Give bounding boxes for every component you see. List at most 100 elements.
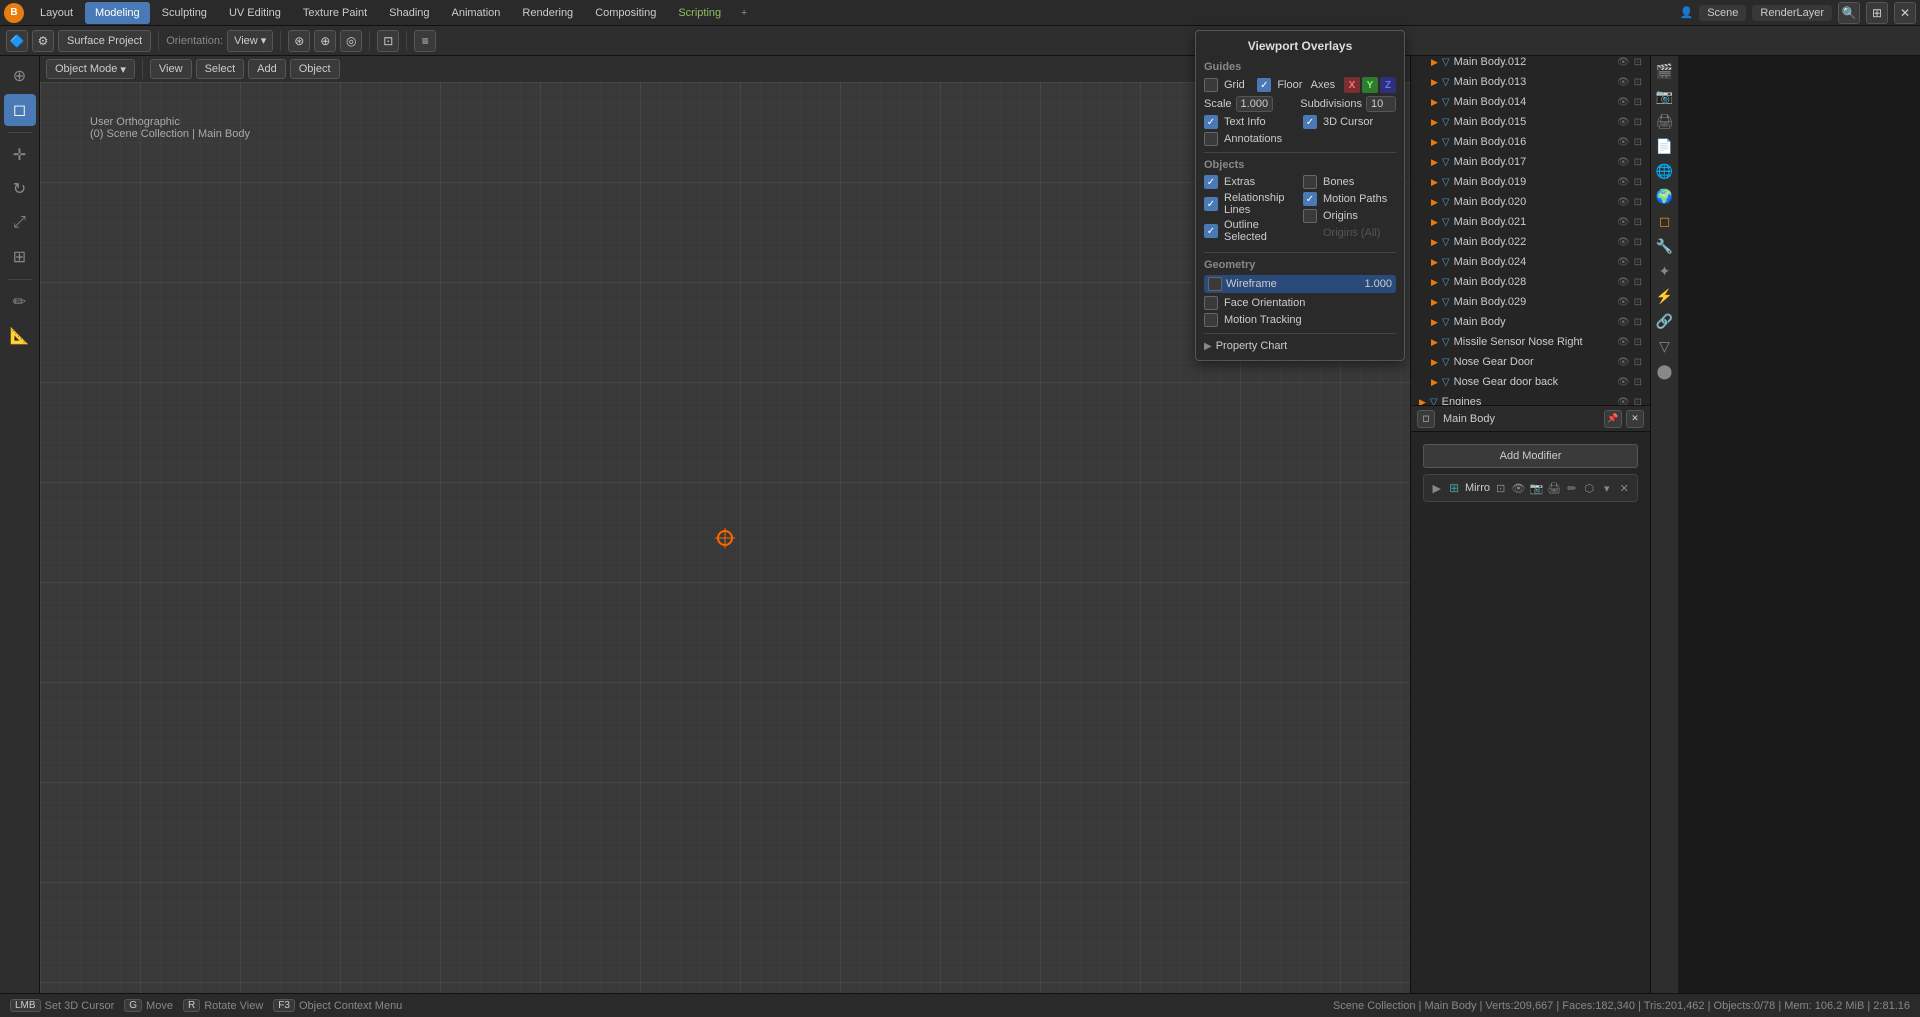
tab-modeling[interactable]: Modeling [85, 2, 150, 24]
text-info-checkbox[interactable] [1204, 115, 1218, 129]
tab-uv-editing[interactable]: UV Editing [219, 2, 291, 24]
motion-tracking-checkbox[interactable] [1204, 313, 1218, 327]
preferences-icon[interactable]: ⚙ [32, 30, 54, 52]
output-props-btn[interactable]: 🖨 [1654, 110, 1676, 132]
outliner-item-10[interactable]: ▶ ▽ Main Body.024 👁 ⊡ [1411, 252, 1650, 272]
axis-z-btn[interactable]: Z [1380, 77, 1396, 93]
close-window-button[interactable]: ✕ [1894, 2, 1916, 24]
annotate-tool-btn[interactable]: ✏ [4, 286, 36, 318]
outliner-item-4[interactable]: ▶ ▽ Main Body.016 👁 ⊡ [1411, 132, 1650, 152]
viewport-view-menu[interactable]: View [150, 59, 192, 79]
object-mode-selector[interactable]: Object Mode ▾ [46, 59, 135, 79]
scene-props-btn[interactable]: 🎬 [1654, 60, 1676, 82]
scene-selector[interactable]: Scene [1699, 5, 1746, 21]
mod-grid-icon[interactable]: ⊡ [1494, 479, 1507, 497]
tab-texture-paint[interactable]: Texture Paint [293, 2, 377, 24]
outliner-item-5[interactable]: ▶ ▽ Main Body.017 👁 ⊡ [1411, 152, 1650, 172]
render-props-btn[interactable]: 📷 [1654, 85, 1676, 107]
extras-button[interactable]: ≡ [414, 30, 436, 52]
bones-checkbox[interactable] [1303, 175, 1317, 189]
blender-logo[interactable]: B [4, 3, 24, 23]
outliner-item-2[interactable]: ▶ ▽ Main Body.014 👁 ⊡ [1411, 92, 1650, 112]
data-props-btn[interactable]: ▽ [1654, 335, 1676, 357]
measure-tool-btn[interactable]: 📐 [4, 320, 36, 352]
search-button[interactable]: 🔍 [1838, 2, 1860, 24]
mod-edit-icon[interactable]: ✏ [1565, 479, 1578, 497]
filter-button[interactable]: ⊞ [1866, 2, 1888, 24]
floor-checkbox[interactable] [1257, 78, 1271, 92]
outliner-item-13[interactable]: ▶ ▽ Main Body 👁 ⊡ [1411, 312, 1650, 332]
outliner-item-14[interactable]: ▶ ▽ Missile Sensor Nose Right 👁 ⊡ [1411, 332, 1650, 352]
viewport-select-menu[interactable]: Select [196, 59, 245, 79]
outliner-item-8[interactable]: ▶ ▽ Main Body.021 👁 ⊡ [1411, 212, 1650, 232]
tab-sculpting[interactable]: Sculpting [152, 2, 217, 24]
mod-camera-icon[interactable]: 📷 [1529, 479, 1543, 497]
axis-y-btn[interactable]: Y [1362, 77, 1378, 93]
outliner-item-7[interactable]: ▶ ▽ Main Body.020 👁 ⊡ [1411, 192, 1650, 212]
transform-pivot-button[interactable]: ⊡ [377, 30, 399, 52]
particles-props-btn[interactable]: ✦ [1654, 260, 1676, 282]
extras-checkbox[interactable] [1204, 175, 1218, 189]
blender-icon-small[interactable]: 🔷 [6, 30, 28, 52]
mod-expand-btn[interactable]: ▶ [1430, 479, 1443, 497]
viewport-add-menu[interactable]: Add [248, 59, 286, 79]
proportional-edit-button[interactable]: ◎ [340, 30, 362, 52]
scene-settings-btn[interactable]: 🌐 [1654, 160, 1676, 182]
viewport-object-menu[interactable]: Object [290, 59, 340, 79]
outliner-item-3[interactable]: ▶ ▽ Main Body.015 👁 ⊡ [1411, 112, 1650, 132]
transform-tool-btn[interactable]: ⊞ [4, 241, 36, 273]
view-layer-props-btn[interactable]: 📄 [1654, 135, 1676, 157]
orientation-dropdown[interactable]: View ▾ [227, 30, 273, 52]
origins-checkbox[interactable] [1303, 209, 1317, 223]
outliner-item-17[interactable]: ▶ ▽ Engines 👁 ⊡ [1411, 392, 1650, 405]
object-props-btn[interactable]: ◻ [1654, 210, 1676, 232]
physics-props-btn[interactable]: ⚡ [1654, 285, 1676, 307]
outliner-item-15[interactable]: ▶ ▽ Nose Gear Door 👁 ⊡ [1411, 352, 1650, 372]
annotations-checkbox[interactable] [1204, 132, 1218, 146]
outliner-item-9[interactable]: ▶ ▽ Main Body.022 👁 ⊡ [1411, 232, 1650, 252]
face-orient-checkbox[interactable] [1204, 296, 1218, 310]
properties-pin-btn[interactable]: 📌 [1604, 410, 1622, 428]
add-workspace-button[interactable]: + [733, 2, 755, 24]
mod-cage-icon[interactable]: ⬡ [1583, 479, 1596, 497]
render-layer-selector[interactable]: RenderLayer [1752, 5, 1832, 21]
axis-x-btn[interactable]: X [1344, 77, 1360, 93]
outliner-item-6[interactable]: ▶ ▽ Main Body.019 👁 ⊡ [1411, 172, 1650, 192]
scale-value[interactable]: 1.000 [1236, 96, 1274, 112]
add-modifier-button[interactable]: Add Modifier [1423, 444, 1638, 468]
outliner-item-1[interactable]: ▶ ▽ Main Body.013 👁 ⊡ [1411, 72, 1650, 92]
outliner-item-12[interactable]: ▶ ▽ Main Body.029 👁 ⊡ [1411, 292, 1650, 312]
world-props-btn[interactable]: 🌍 [1654, 185, 1676, 207]
wireframe-checkbox[interactable] [1208, 277, 1222, 291]
scale-tool-btn[interactable]: ⤢ [4, 207, 36, 239]
snap-magnet-button[interactable]: ⊛ [288, 30, 310, 52]
tab-rendering[interactable]: Rendering [512, 2, 583, 24]
tab-layout[interactable]: Layout [30, 2, 83, 24]
tab-animation[interactable]: Animation [442, 2, 511, 24]
modifier-props-btn[interactable]: 🔧 [1654, 235, 1676, 257]
outliner-item-11[interactable]: ▶ ▽ Main Body.028 👁 ⊡ [1411, 272, 1650, 292]
snap-type-button[interactable]: ⊕ [314, 30, 336, 52]
rotate-tool-btn[interactable]: ↻ [4, 173, 36, 205]
cursor-tool-btn[interactable]: ⊕ [4, 60, 36, 92]
properties-close-btn[interactable]: ✕ [1626, 410, 1644, 428]
outliner-item-16[interactable]: ▶ ▽ Nose Gear door back 👁 ⊡ [1411, 372, 1650, 392]
grid-checkbox[interactable] [1204, 78, 1218, 92]
subdivisions-value[interactable]: 10 [1366, 96, 1396, 112]
cursor-3d-checkbox[interactable] [1303, 115, 1317, 129]
mod-render-icon[interactable]: 🖨 [1547, 479, 1561, 497]
motion-paths-checkbox[interactable] [1303, 192, 1317, 206]
constraints-props-btn[interactable]: 🔗 [1654, 310, 1676, 332]
tab-scripting[interactable]: Scripting [668, 2, 731, 24]
property-chart-row[interactable]: ▶ Property Chart [1204, 340, 1396, 352]
wireframe-value[interactable]: 1.000 [1364, 278, 1392, 290]
mod-close-btn[interactable]: ✕ [1618, 479, 1631, 497]
tab-shading[interactable]: Shading [379, 2, 439, 24]
move-tool-btn[interactable]: ✛ [4, 139, 36, 171]
outline-checkbox[interactable] [1204, 224, 1218, 238]
mod-eye-icon[interactable]: 👁 [1511, 479, 1525, 497]
tab-compositing[interactable]: Compositing [585, 2, 666, 24]
rel-lines-checkbox[interactable] [1204, 197, 1218, 211]
material-props-btn[interactable]: ⬤ [1654, 360, 1676, 382]
mod-down-btn[interactable]: ▾ [1600, 479, 1613, 497]
